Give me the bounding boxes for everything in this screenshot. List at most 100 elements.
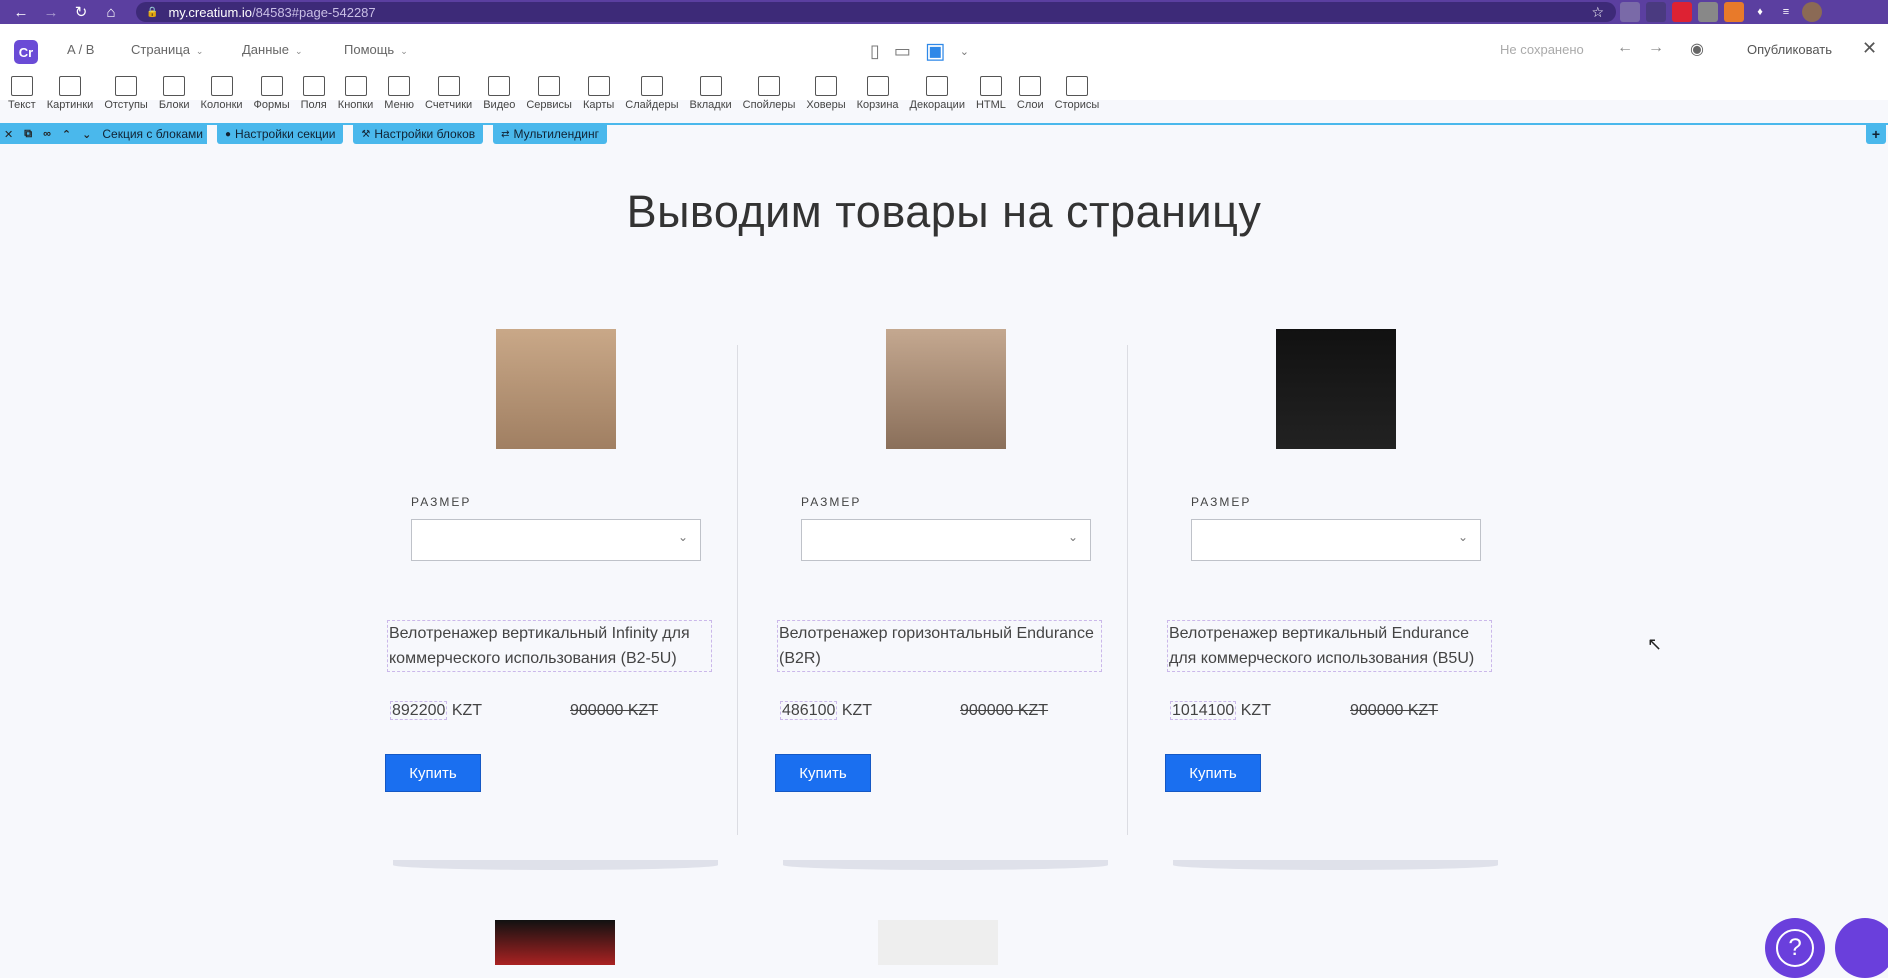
ab-test-button[interactable]: A / B [67,42,94,57]
size-select[interactable]: ⌄ [801,519,1091,561]
tool-label: Карты [582,99,615,111]
product-name[interactable]: Велотренажер вертикальный Infinity для к… [387,620,712,672]
tool-12[interactable]: Карты [583,76,614,111]
tool-label: HTML [975,99,1006,111]
product-name[interactable]: Велотренажер вертикальный Endurance для … [1167,620,1492,672]
avatar[interactable] [1802,2,1822,22]
tool-6[interactable]: Поля [301,76,327,111]
help-button[interactable]: ? [1765,918,1825,978]
menu-page-label: Страница [131,42,190,57]
tool-icon [758,76,781,96]
puzzle-icon[interactable]: ♦ [1750,2,1770,22]
home-icon[interactable]: ⌂ [96,0,126,24]
tool-21[interactable]: Сторисы [1055,76,1099,111]
creatium-logo[interactable]: Cr [14,40,38,64]
extension-icon[interactable] [1724,2,1744,22]
product-image[interactable] [495,920,615,965]
reading-list-icon[interactable]: ≡ [1776,2,1796,22]
product-image[interactable] [886,329,1006,449]
product-image[interactable] [496,329,616,449]
forward-icon[interactable]: → [36,0,66,24]
extension-icon[interactable] [1672,2,1692,22]
old-price[interactable]: 900000 KZT [960,702,1048,720]
old-price[interactable]: 900000 KZT [1350,702,1438,720]
tool-icon [210,76,233,96]
add-section-button[interactable]: + [1866,124,1886,144]
page-title[interactable]: Выводим товары на страницу [0,186,1888,238]
chat-button[interactable] [1835,918,1888,978]
shuffle-icon: ⇄ [501,128,510,140]
tool-0[interactable]: Текст [8,76,36,111]
move-up-icon[interactable]: ⌃ [62,128,71,141]
tool-5[interactable]: Формы [254,76,290,111]
tool-14[interactable]: Вкладки [689,76,732,111]
tool-icon [388,76,411,96]
chevron-down-icon[interactable]: ⌄ [960,45,969,58]
buy-button[interactable]: Купить [1165,754,1261,792]
desktop-icon[interactable]: ▣ [925,38,946,64]
tool-1[interactable]: Картинки [47,76,93,111]
tool-label: Кнопки [337,99,374,111]
redo-icon[interactable]: → [1648,39,1664,57]
tool-16[interactable]: Ховеры [806,76,846,111]
size-select[interactable]: ⌄ [1191,519,1481,561]
product-price[interactable]: 1014100 KZT [1170,701,1271,720]
section-name[interactable]: Секция с блоками [102,127,203,141]
address-bar[interactable]: 🔒 my.creatium.io/84583#page-542287 ☆ [136,2,1616,22]
product-image[interactable] [878,920,998,965]
chevron-down-icon: ⌄ [400,46,408,56]
mobile-icon[interactable]: ▯ [870,41,880,62]
undo-icon[interactable]: ← [1617,39,1633,57]
tool-10[interactable]: Видео [483,76,515,111]
tool-19[interactable]: HTML [976,76,1006,111]
extension-icon[interactable] [1620,2,1640,22]
price-value: 892200 [390,701,448,720]
tool-7[interactable]: Кнопки [337,76,374,111]
move-down-icon[interactable]: ⌄ [82,128,91,141]
back-icon[interactable]: ← [6,0,36,24]
tool-17[interactable]: Корзина [857,76,899,111]
tool-icon [1019,76,1042,96]
tool-3[interactable]: Блоки [159,76,190,111]
menu-data[interactable]: Данные ⌄ [242,42,303,57]
tool-2[interactable]: Отступы [104,76,148,111]
publish-button[interactable]: Опубликовать [1747,42,1832,57]
preview-eye-icon[interactable]: ◉ [1690,39,1704,59]
menu-help[interactable]: Помощь ⌄ [344,42,408,57]
product-image[interactable] [1270,920,1390,965]
bookmark-star-icon[interactable]: ☆ [1591,4,1604,21]
reload-icon[interactable]: ↻ [66,0,96,24]
tool-icon [640,76,663,96]
tool-9[interactable]: Счетчики [425,76,472,111]
help-label: ? [1776,929,1814,967]
close-icon[interactable]: ✕ [1862,38,1877,59]
tool-20[interactable]: Слои [1017,76,1044,111]
tool-label: Поля [300,99,327,111]
tool-11[interactable]: Сервисы [526,76,572,111]
old-price[interactable]: 900000 KZT [570,702,658,720]
section-settings-button[interactable]: ● Настройки секции [216,124,344,144]
extension-icon[interactable] [1698,2,1718,22]
tool-4[interactable]: Колонки [201,76,243,111]
delete-icon[interactable]: ✕ [4,128,13,141]
product-price[interactable]: 892200 KZT [390,701,482,720]
tool-15[interactable]: Спойлеры [743,76,795,111]
extension-icon[interactable] [1646,2,1666,22]
product-price[interactable]: 486100 KZT [780,701,872,720]
block-settings-button[interactable]: ⚒ Настройки блоков [353,124,484,144]
menu-page[interactable]: Страница ⌄ [131,42,203,57]
size-select[interactable]: ⌄ [411,519,701,561]
card-shadow [393,860,718,870]
buy-button[interactable]: Купить [775,754,871,792]
product-name[interactable]: Велотренажер горизонтальный Endurance (B… [777,620,1102,672]
tool-13[interactable]: Слайдеры [625,76,678,111]
buy-button[interactable]: Купить [385,754,481,792]
tool-8[interactable]: Меню [384,76,414,111]
laptop-icon[interactable]: ▭ [894,41,911,62]
link-icon[interactable]: ∞ [43,128,51,140]
copy-icon[interactable]: ⧉ [24,128,32,141]
multilanding-button[interactable]: ⇄ Мультилендинг [493,124,607,144]
editor-topbar: Cr A / B Страница ⌄ Данные ⌄ Помощь ⌄ ▯ ▭ ▣… [0,24,1888,111]
tool-18[interactable]: Декорации [910,76,965,111]
product-image[interactable] [1276,329,1396,449]
